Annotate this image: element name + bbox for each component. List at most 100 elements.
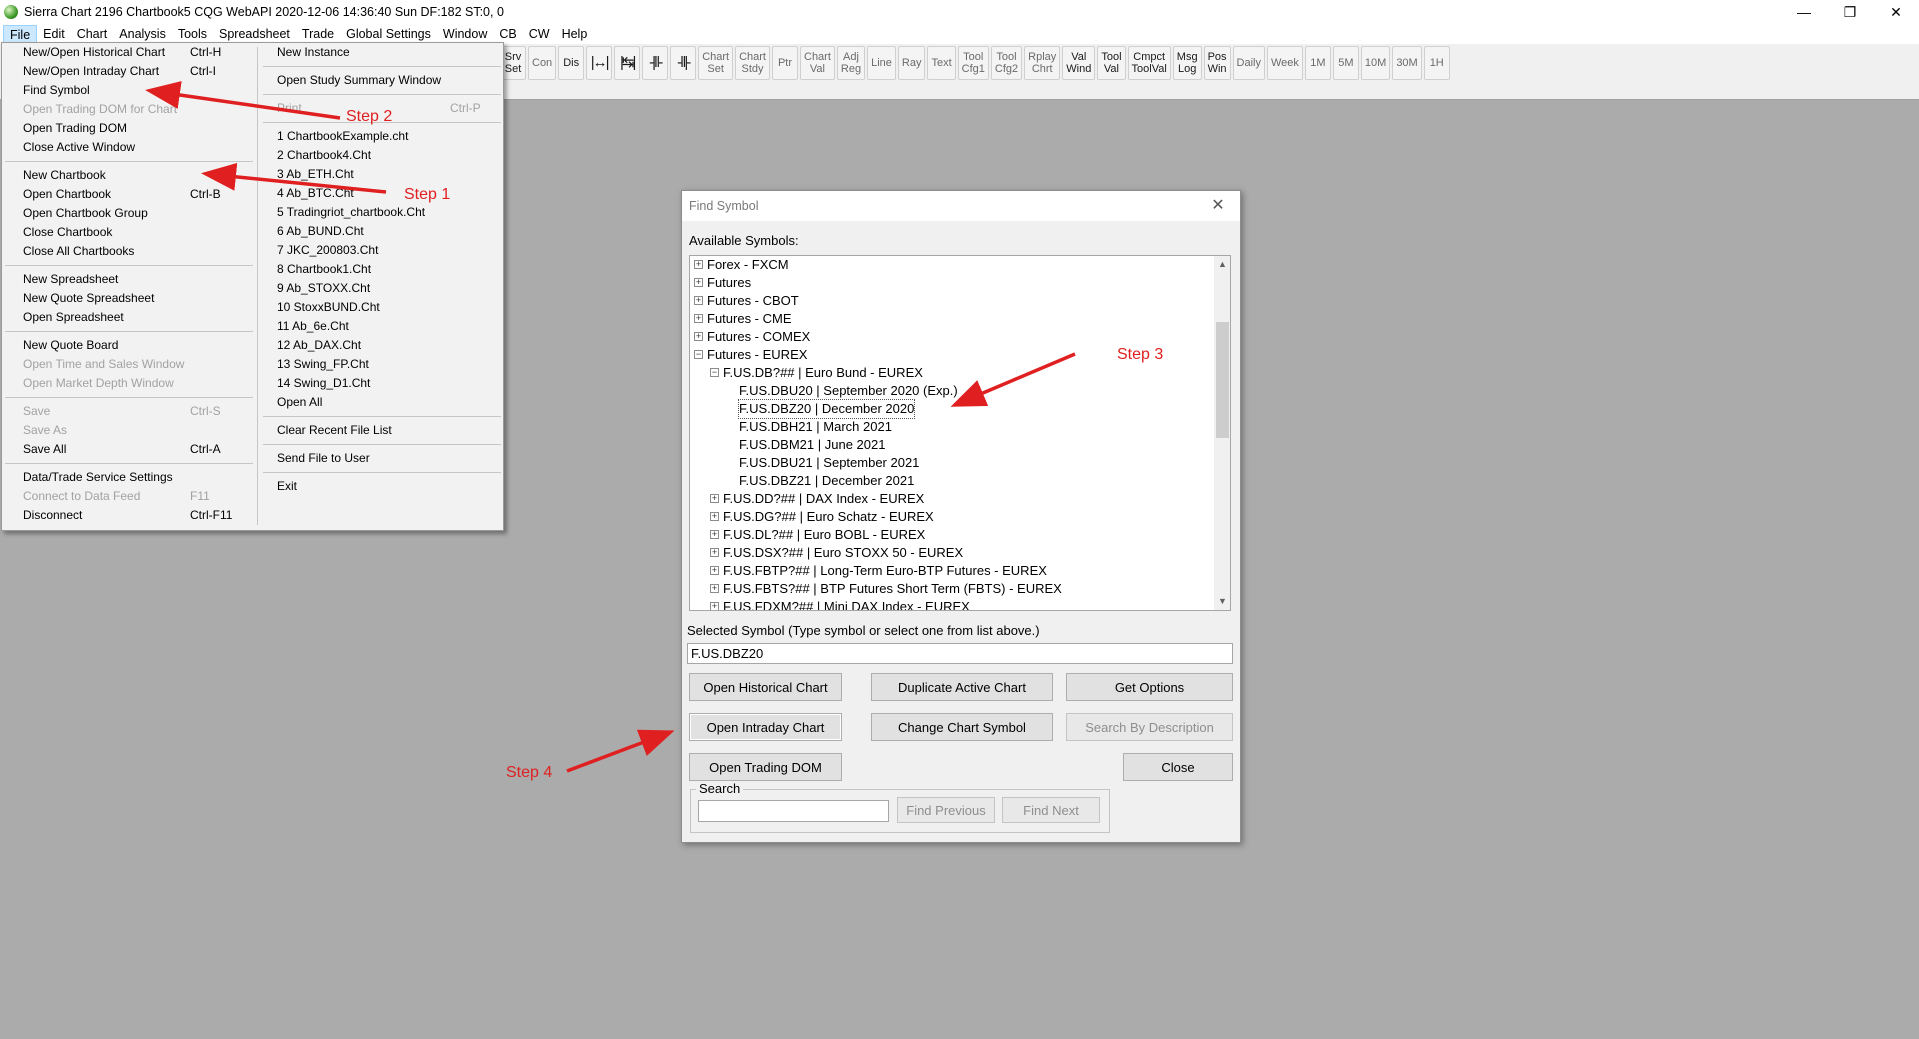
file-menu-item-open-trading-dom[interactable]: Open Trading DOM [2,119,256,138]
file-menu-item-1-chartbookexample-cht[interactable]: 1 ChartbookExample.cht [260,127,504,146]
selected-symbol-input[interactable] [687,643,1233,664]
file-menu-item-4-ab-btc-cht[interactable]: 4 Ab_BTC.Cht [260,184,504,203]
file-menu-item-13-swing-fp-cht[interactable]: 13 Swing_FP.Cht [260,355,504,374]
tree-node[interactable]: F.US.DBZ21 | December 2021 [690,472,1213,490]
toolbar-button-text[interactable]: Text [927,46,956,80]
file-menu-item-new-quote-board[interactable]: New Quote Board [2,336,256,355]
menu-chart[interactable]: Chart [71,25,114,43]
menu-help[interactable]: Help [556,25,594,43]
find-previous-button[interactable]: Find Previous [897,797,995,823]
file-menu-item-new-chartbook[interactable]: New Chartbook [2,166,256,185]
toolbar-button-5m[interactable]: 5M [1332,46,1359,80]
file-menu-item-2-chartbook4-cht[interactable]: 2 Chartbook4.Cht [260,146,504,165]
toolbar-button-ptr[interactable]: Ptr [772,46,798,80]
menu-cw[interactable]: CW [523,25,556,43]
close-window-button[interactable]: ✕ [1873,0,1919,24]
file-menu-item-send-file-to-user[interactable]: Send File to User [260,449,504,468]
maximize-button[interactable]: ❐ [1827,0,1873,24]
file-menu-item-find-symbol[interactable]: Find Symbol [2,81,256,100]
file-menu-item-11-ab-6e-cht[interactable]: 11 Ab_6e.Cht [260,317,504,336]
scroll-down-icon[interactable]: ▼ [1214,593,1230,610]
toolbar-cursor-tool-icon-5[interactable]: -|‖- [642,46,669,80]
expand-icon[interactable]: + [694,278,703,287]
dialog-title-bar[interactable]: Find Symbol ✕ [682,191,1240,221]
tree-node[interactable]: − F.US.DB?## | Euro Bund - EUREX [690,364,1213,382]
toolbar-button-chart-val[interactable]: Chart Val [800,46,835,80]
file-menu-item-close-active-window[interactable]: Close Active Window [2,138,256,157]
tree-node[interactable]: + Futures - CME [690,310,1213,328]
scroll-thumb[interactable] [1216,322,1229,438]
expand-icon[interactable]: + [694,332,703,341]
close-dialog-button[interactable]: Close [1123,753,1233,781]
expand-icon[interactable]: + [710,566,719,575]
collapse-icon[interactable]: − [694,350,703,359]
duplicate-active-chart-button[interactable]: Duplicate Active Chart [871,673,1053,701]
file-menu-item-clear-recent-file-list[interactable]: Clear Recent File List [260,421,504,440]
file-menu-item-open-spreadsheet[interactable]: Open Spreadsheet [2,308,256,327]
get-options-button[interactable]: Get Options [1066,673,1233,701]
find-next-button[interactable]: Find Next [1002,797,1100,823]
toolbar-button-dis[interactable]: Dis [558,46,585,80]
toolbar-cursor-tool-icon-3[interactable]: |↔| [586,46,613,80]
toolbar-button-con[interactable]: Con [528,46,557,80]
toolbar-button-line[interactable]: Line [867,46,896,80]
tree-node[interactable]: F.US.DBU21 | September 2021 [690,454,1213,472]
toolbar-button-cmpct-toolval[interactable]: Cmpct ToolVal [1127,46,1171,80]
tree-node[interactable]: + F.US.FBTP?## | Long-Term Euro-BTP Futur… [690,562,1213,580]
file-menu-item-open-all[interactable]: Open All [260,393,504,412]
scroll-up-icon[interactable]: ▲ [1214,256,1230,273]
toolbar-button-ray[interactable]: Ray [897,46,926,80]
file-menu-item-new-open-intraday-chart[interactable]: New/Open Intraday Chart Ctrl-I [2,62,256,81]
tree-node[interactable]: + Futures [690,274,1213,292]
file-menu-item-open-chartbook[interactable]: Open Chartbook Ctrl-B [2,185,256,204]
toolbar-button-week[interactable]: Week [1266,46,1303,80]
tree-node[interactable]: + F.US.FDXM?## | Mini DAX Index - EUREX [690,598,1213,610]
tree-node[interactable]: + Futures - COMEX [690,328,1213,346]
toolbar-button-chart-set[interactable]: Chart Set [698,46,734,80]
file-menu-item-6-ab-bund-cht[interactable]: 6 Ab_BUND.Cht [260,222,504,241]
expand-icon[interactable]: + [694,260,703,269]
toolbar-button-30m[interactable]: 30M [1392,46,1422,80]
file-menu-item-new-spreadsheet[interactable]: New Spreadsheet [2,270,256,289]
change-chart-symbol-button[interactable]: Change Chart Symbol [871,713,1053,741]
toolbar-button-daily[interactable]: Daily [1232,46,1265,80]
file-menu-item-3-ab-eth-cht[interactable]: 3 Ab_ETH.Cht [260,165,504,184]
toolbar-button-adj-reg[interactable]: Adj Reg [836,46,866,80]
toolbar-button-tool-cfg1[interactable]: Tool Cfg1 [957,46,989,80]
expand-icon[interactable]: + [710,602,719,610]
file-menu-item-exit[interactable]: Exit [260,477,504,496]
expand-icon[interactable]: + [710,530,719,539]
expand-icon[interactable]: + [710,494,719,503]
toolbar-button-pos-win[interactable]: Pos Win [1203,46,1231,80]
toolbar-button-tool-cfg2[interactable]: Tool Cfg2 [990,46,1023,80]
file-menu-item-12-ab-dax-cht[interactable]: 12 Ab_DAX.Cht [260,336,504,355]
menu-global-settings[interactable]: Global Settings [340,25,437,43]
toolbar-button-tool-val[interactable]: Tool Val [1097,46,1126,80]
expand-icon[interactable]: + [710,512,719,521]
tree-node[interactable]: + Forex - FXCM [690,256,1213,274]
tree-node[interactable]: + Futures - CBOT [690,292,1213,310]
file-menu-item-5-tradingriot-chartbook-cht[interactable]: 5 Tradingriot_chartbook.Cht [260,203,504,222]
toolbar-button-1m[interactable]: 1M [1304,46,1331,80]
search-input[interactable] [698,800,889,822]
menu-trade[interactable]: Trade [296,25,340,43]
tree-scrollbar[interactable]: ▲ ▼ [1214,256,1230,610]
open-historical-chart-button[interactable]: Open Historical Chart [689,673,842,701]
toolbar-button-10m[interactable]: 10M [1360,46,1391,80]
expand-icon[interactable]: + [694,314,703,323]
tree-node[interactable]: F.US.DBH21 | March 2021 [690,418,1213,436]
file-menu-item-disconnect[interactable]: Disconnect Ctrl-F11 [2,506,256,525]
expand-icon[interactable]: + [710,548,719,557]
file-menu-item-new-instance[interactable]: New Instance [260,43,504,62]
toolbar-cursor-tool-icon-4[interactable]: |↹| [614,46,641,80]
toolbar-button-msg-log[interactable]: Msg Log [1172,46,1202,80]
file-menu-item-8-chartbook1-cht[interactable]: 8 Chartbook1.Cht [260,260,504,279]
tree-node[interactable]: + F.US.FBTS?## | BTP Futures Short Term (… [690,580,1213,598]
file-menu-item-new-quote-spreadsheet[interactable]: New Quote Spreadsheet [2,289,256,308]
menu-window[interactable]: Window [437,25,493,43]
minimize-button[interactable]: — [1781,0,1827,24]
file-menu-item-data-trade-service-settings[interactable]: Data/Trade Service Settings [2,468,256,487]
symbol-tree[interactable]: + Forex - FXCM + Futures + Futures - CBOT + Fut… [689,255,1231,611]
file-menu-item-9-ab-stoxx-cht[interactable]: 9 Ab_STOXX.Cht [260,279,504,298]
file-menu-item-open-study-summary-window[interactable]: Open Study Summary Window [260,71,504,90]
